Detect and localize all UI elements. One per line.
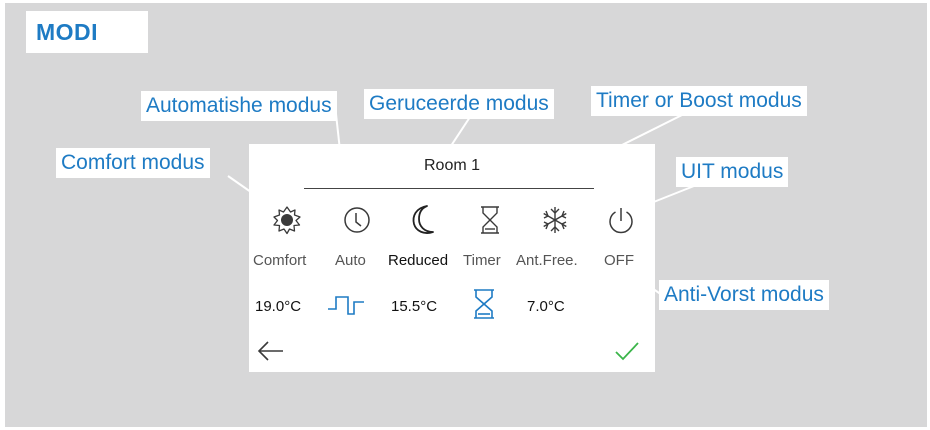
hourglass-icon[interactable]	[477, 204, 503, 236]
mode-label-off[interactable]: OFF	[604, 252, 634, 269]
mode-label-timer[interactable]: Timer	[463, 252, 501, 269]
sun-icon[interactable]	[271, 204, 303, 236]
title-divider	[304, 188, 594, 189]
timer-hourglass-icon	[474, 289, 494, 319]
callout-timer-boost-modus: Timer or Boost modus	[591, 86, 807, 116]
checkmark-icon[interactable]	[613, 340, 641, 362]
power-icon[interactable]	[605, 204, 637, 236]
callout-automatische-modus: Automatishe modus	[141, 91, 337, 121]
snowflake-icon[interactable]	[539, 204, 571, 236]
auto-schedule-icon	[328, 296, 364, 315]
callout-comfort-modus: Comfort modus	[56, 148, 210, 178]
comfort-temperature: 19.0°C	[255, 298, 302, 315]
arrow-left-icon[interactable]	[257, 340, 285, 362]
clock-icon[interactable]	[341, 204, 373, 236]
mode-label-antifrost[interactable]: Ant.Free.	[516, 252, 578, 269]
mode-label-reduced[interactable]: Reduced	[388, 252, 448, 269]
callout-uit-modus: UIT modus	[676, 157, 789, 187]
callout-anti-vorst-modus: Anti-Vorst modus	[659, 280, 829, 310]
mode-label-comfort[interactable]: Comfort	[253, 252, 306, 269]
reduced-temperature: 15.5°C	[391, 298, 438, 315]
room-title: Room 1	[423, 157, 481, 174]
page-title: MODI	[36, 19, 99, 45]
antifrost-temperature: 7.0°C	[527, 298, 565, 315]
mode-label-auto[interactable]: Auto	[335, 252, 366, 269]
callout-geruceerde-modus: Geruceerde modus	[364, 89, 554, 119]
moon-icon[interactable]	[406, 202, 440, 238]
thermostat-screen: Room 1 Comfort Auto Reduced Timer Ant.Fr…	[249, 144, 655, 372]
